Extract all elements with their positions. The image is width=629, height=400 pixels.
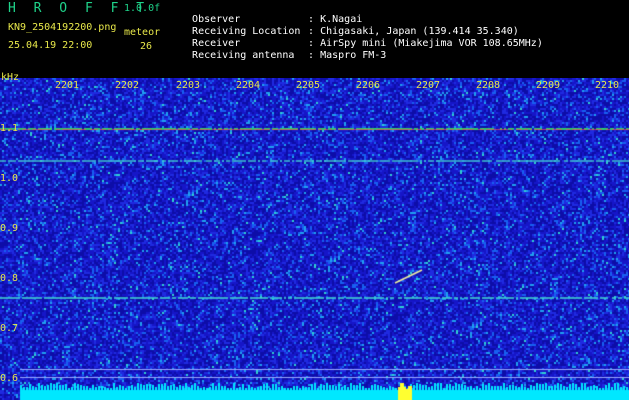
y-tick-label: 1.0 [0,173,19,184]
y-tick-label: 0.9 [0,223,19,234]
y-tick-label: 0.8 [0,273,19,284]
y-tick-label: 1.1 [0,123,19,134]
x-tick-label: 2210 [595,80,620,91]
x-tick-label: 2208 [476,80,501,91]
filename-label: KN9_2504192200.png [8,22,117,33]
meteor-count: 26 [140,41,153,52]
station-key: Receiving antenna [192,50,295,61]
meteor-label: meteor [124,27,161,38]
x-tick-label: 2204 [236,80,261,91]
version-label: 1.0.0f [124,3,161,14]
x-tick-label: 2202 [115,80,140,91]
station-value: : Maspro FM-3 [308,50,387,61]
x-tick-label: 2206 [356,80,381,91]
y-axis-unit: kHz [1,72,20,83]
y-tick-label: 0.7 [0,323,19,334]
x-tick-label: 2207 [416,80,441,91]
x-tick-label: 2209 [536,80,561,91]
y-tick-label: 0.6 [0,373,19,384]
x-tick-label: 2201 [55,80,80,91]
x-tick-label: 2205 [296,80,321,91]
datetime-label: 25.04.19 22:00 [8,40,93,51]
station-row-antenna: Receiving antenna : Maspro FM-3 [180,39,386,61]
x-tick-label: 2203 [176,80,201,91]
spectrogram-canvas[interactable] [0,78,629,400]
